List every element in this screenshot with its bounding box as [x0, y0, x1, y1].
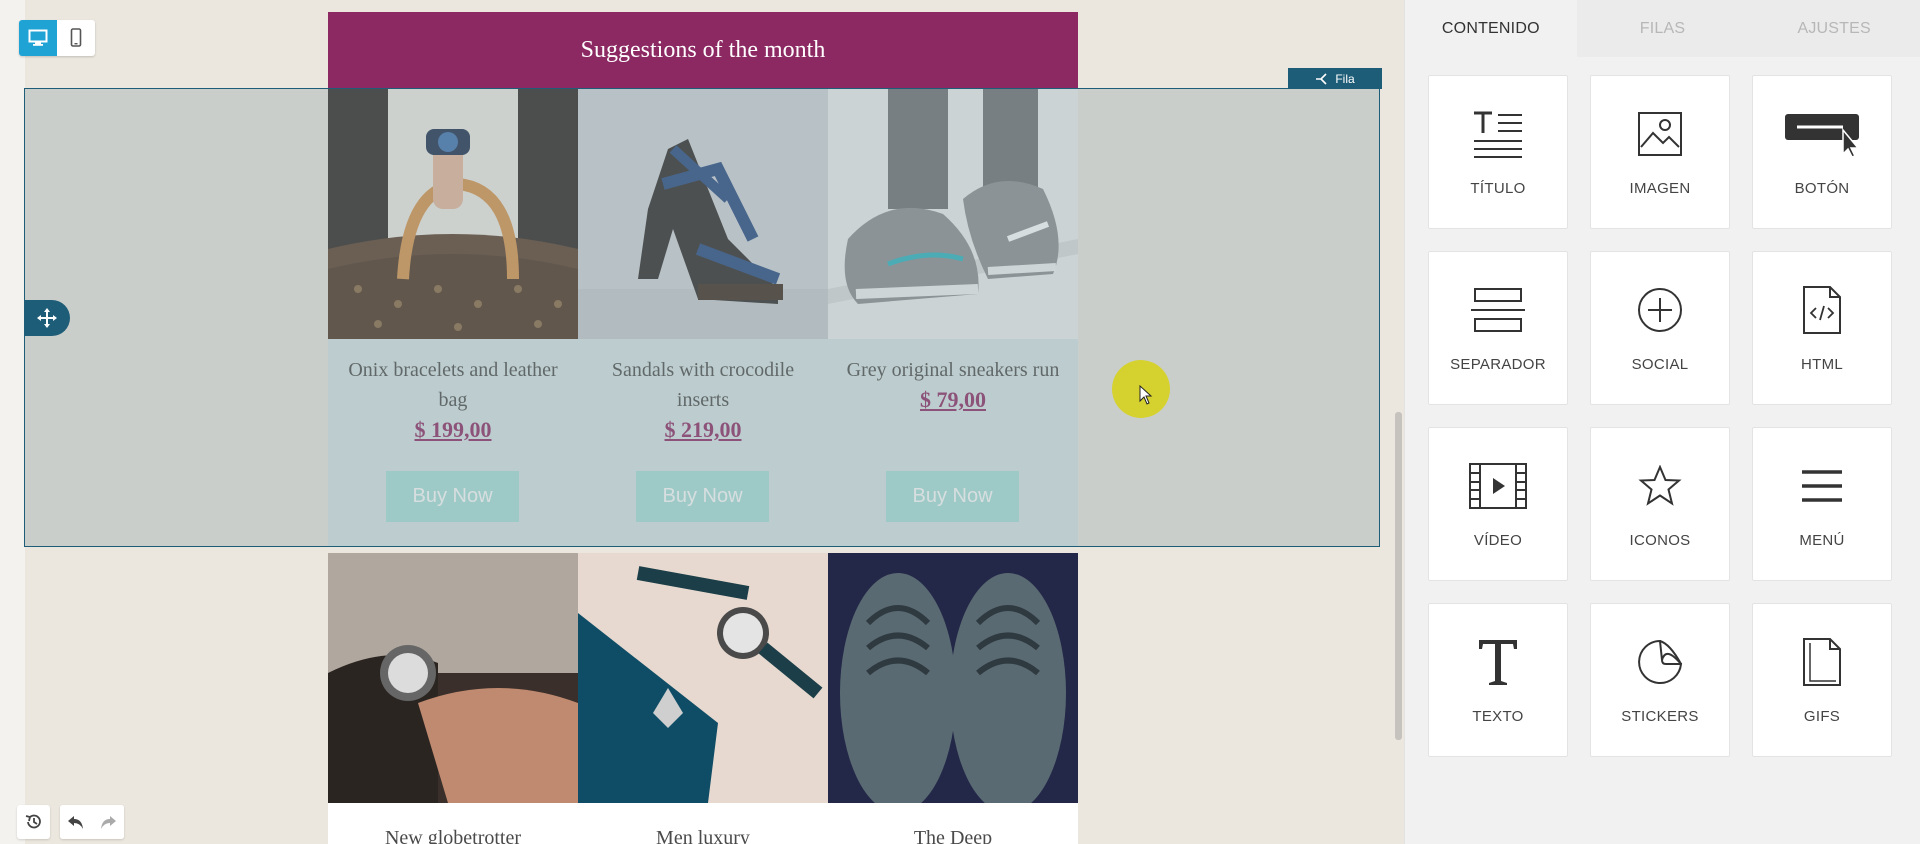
block-label: VÍDEO	[1473, 532, 1523, 549]
content-blocks-grid: TÍTULO IMAGEN BOTÓN SEPARADOR SOCIAL HTM…	[1405, 57, 1920, 757]
tab-contenido[interactable]: CONTENIDO	[1405, 0, 1577, 57]
block-divider[interactable]: SEPARADOR	[1428, 251, 1568, 405]
move-icon	[37, 308, 57, 328]
product-name[interactable]: New globetrotter	[328, 823, 578, 844]
block-label: TÍTULO	[1470, 180, 1526, 197]
header-title: Suggestions of the month	[580, 37, 826, 63]
block-label: GIFS	[1803, 708, 1841, 725]
block-stickers[interactable]: STICKERS	[1590, 603, 1730, 757]
content-sidebar: CONTENIDO FILAS AJUSTES TÍTULO IMAGEN BO…	[1404, 0, 1920, 844]
desktop-view-button[interactable]	[19, 20, 57, 56]
tab-filas[interactable]: FILAS	[1576, 0, 1749, 57]
product-row[interactable]: New globetrotter Men luxury The Deep	[328, 553, 1078, 844]
sticker-icon	[1638, 639, 1683, 684]
product-card[interactable]: Men luxury	[578, 553, 828, 844]
history-button[interactable]	[17, 805, 50, 839]
html-file-icon	[1803, 286, 1841, 334]
tab-ajustes[interactable]: AJUSTES	[1748, 0, 1920, 57]
video-icon	[1469, 463, 1527, 509]
block-label: MENÚ	[1799, 532, 1845, 549]
product-card[interactable]: The Deep	[828, 553, 1078, 844]
divider-icon	[1471, 288, 1525, 332]
block-image[interactable]: IMAGEN	[1590, 75, 1730, 229]
text-icon	[1479, 640, 1517, 685]
block-html[interactable]: HTML	[1752, 251, 1892, 405]
shoes-photo	[828, 553, 1078, 803]
row-split-icon	[1316, 72, 1327, 85]
desktop-icon	[28, 29, 48, 46]
title-icon	[1474, 111, 1522, 158]
star-icon	[1638, 465, 1682, 506]
cursor-icon	[1139, 385, 1153, 405]
editor-canvas: Suggestions of the month Onix bracelets …	[0, 0, 1404, 844]
block-label: IMAGEN	[1629, 180, 1691, 197]
block-label: TEXTO	[1472, 708, 1524, 725]
row-tag[interactable]: Fila	[1288, 68, 1382, 89]
block-icons[interactable]: ICONOS	[1590, 427, 1730, 581]
block-video[interactable]: VÍDEO	[1428, 427, 1568, 581]
block-label: ICONOS	[1629, 532, 1691, 549]
gif-file-icon	[1803, 638, 1841, 686]
redo-icon	[101, 816, 116, 829]
button-icon	[1785, 114, 1860, 158]
watch-hand-photo	[328, 553, 578, 803]
mobile-view-button[interactable]	[57, 20, 95, 56]
email-header[interactable]: Suggestions of the month	[328, 12, 1078, 89]
history-icon	[25, 814, 41, 829]
block-button[interactable]: BOTÓN	[1752, 75, 1892, 229]
block-social[interactable]: SOCIAL	[1590, 251, 1730, 405]
image-icon	[1638, 112, 1682, 156]
mobile-icon	[70, 28, 82, 47]
drag-handle[interactable]	[24, 300, 70, 336]
product-name[interactable]: Men luxury	[578, 823, 828, 844]
tie-watch-photo	[578, 553, 828, 803]
block-menu[interactable]: MENÚ	[1752, 427, 1892, 581]
block-label: BOTÓN	[1794, 180, 1850, 197]
block-text[interactable]: TEXTO	[1428, 603, 1568, 757]
selected-row-outline[interactable]	[24, 88, 1380, 547]
product-image[interactable]	[578, 553, 828, 803]
canvas-gutter	[0, 0, 25, 844]
block-label: SEPARADOR	[1450, 356, 1546, 373]
product-card[interactable]: New globetrotter	[328, 553, 578, 844]
block-label: STICKERS	[1621, 708, 1699, 725]
redo-button[interactable]	[92, 805, 124, 839]
block-label: HTML	[1800, 356, 1844, 373]
product-image[interactable]	[328, 553, 578, 803]
view-toggle	[19, 20, 95, 56]
row-tag-label: Fila	[1335, 71, 1355, 86]
history-tools	[17, 805, 124, 839]
undo-button[interactable]	[60, 805, 92, 839]
block-title[interactable]: TÍTULO	[1428, 75, 1568, 229]
social-plus-icon	[1638, 288, 1682, 332]
block-gifs[interactable]: GIFS	[1752, 603, 1892, 757]
product-name[interactable]: The Deep	[828, 823, 1078, 844]
block-label: SOCIAL	[1631, 356, 1689, 373]
menu-icon	[1802, 470, 1842, 502]
email-body: Suggestions of the month	[328, 12, 1078, 89]
undo-icon	[68, 816, 83, 829]
scrollbar-thumb[interactable]	[1395, 412, 1402, 740]
sidebar-tabs: CONTENIDO FILAS AJUSTES	[1405, 0, 1920, 57]
product-image[interactable]	[828, 553, 1078, 803]
